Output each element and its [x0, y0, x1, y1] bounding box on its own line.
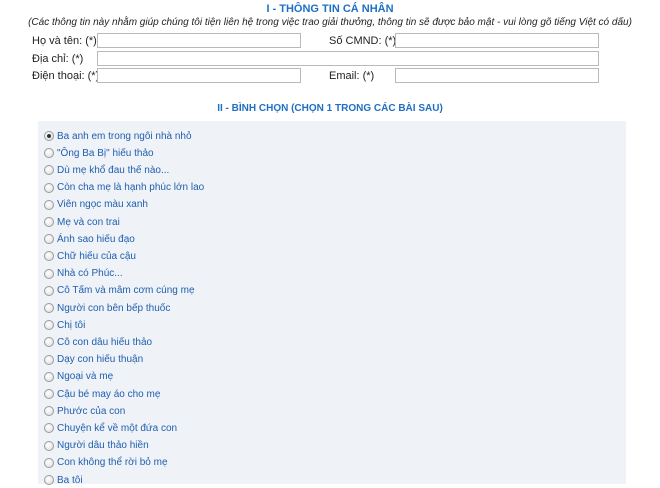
vote-option-label: Dạy con hiếu thuận: [57, 354, 144, 366]
vote-section-title: II - BÌNH CHỌN (CHỌN 1 TRONG CÁC BÀI SAU…: [217, 103, 443, 114]
vote-option[interactable]: Cô Tấm và mâm cơm cúng mẹ: [44, 283, 195, 299]
vote-option[interactable]: Còn cha mẹ là hạnh phúc lớn lao: [44, 180, 204, 196]
vote-option[interactable]: Cô con dâu hiếu thảo: [44, 334, 152, 350]
radio-button[interactable]: [44, 423, 54, 434]
vote-option-label: Cô con dâu hiếu thảo: [57, 336, 153, 348]
vote-option-label: Ngoại và mẹ: [57, 371, 114, 383]
vote-option[interactable]: Người con bên bếp thuốc: [44, 300, 170, 316]
vote-option-label: Chuyện kể về một đứa con: [57, 422, 178, 434]
radio-button[interactable]: [44, 268, 54, 279]
radio-button[interactable]: [44, 165, 54, 176]
personal-info-title: I - THÔNG TIN CÁ NHÂN: [266, 3, 394, 15]
vote-option-label: Nhà có Phúc...: [57, 268, 123, 280]
radio-button[interactable]: [44, 234, 54, 245]
vote-option-label: Còn cha mẹ là hạnh phúc lớn lao: [57, 182, 205, 194]
phone-label: Điện thoại: (*): [32, 70, 100, 82]
address-input[interactable]: [97, 51, 599, 66]
vote-option[interactable]: Phước của con: [44, 403, 125, 419]
vote-options-panel: Ba anh em trong ngôi nhà nhỏ "Ông Ba Bị" …: [38, 121, 626, 486]
vote-option-label: Phước của con: [57, 405, 126, 417]
vote-option[interactable]: Ánh sao hiếu đạo: [44, 231, 135, 247]
radio-button[interactable]: [44, 217, 54, 227]
vote-option[interactable]: Mẹ và con trai: [44, 214, 120, 230]
personal-info-note: (Các thông tin này nhằm giúp chúng tôi t…: [28, 17, 632, 28]
vote-option[interactable]: Dạy con hiếu thuận: [44, 352, 143, 368]
radio-button[interactable]: [44, 406, 54, 417]
radio-button[interactable]: [44, 199, 54, 210]
phone-input[interactable]: [97, 68, 301, 83]
vote-option[interactable]: Dù mẹ khổ đau thế nào...: [44, 162, 169, 178]
vote-option[interactable]: Nhà có Phúc...: [44, 266, 123, 282]
idcard-input[interactable]: [395, 33, 599, 48]
vote-option-label: Chữ hiếu của cậu: [57, 250, 136, 262]
vote-option-label: Người dâu thảo hiền: [57, 440, 149, 452]
vote-option-label: Ánh sao hiếu đạo: [57, 233, 135, 245]
vote-option[interactable]: Ba tôi: [44, 472, 83, 488]
vote-option[interactable]: Con không thể rời bỏ mẹ: [44, 455, 168, 471]
fullname-label: Họ và tên: (*): [32, 35, 97, 47]
vote-option-label: Ba anh em trong ngôi nhà nhỏ: [57, 130, 192, 142]
vote-option[interactable]: "Ông Ba Bị" hiếu thảo: [44, 145, 154, 161]
radio-button[interactable]: [44, 251, 54, 262]
address-label: Địa chỉ: (*): [32, 53, 84, 65]
vote-option-label: Cậu bé may áo cho mẹ: [57, 388, 161, 400]
radio-button[interactable]: [44, 354, 54, 365]
radio-button[interactable]: [44, 457, 54, 468]
radio-button[interactable]: [44, 320, 54, 331]
fullname-input[interactable]: [97, 33, 301, 48]
vote-option-label: Mẹ và con trai: [57, 216, 120, 228]
vote-option-label: Con không thể rời bỏ mẹ: [57, 457, 168, 469]
vote-option[interactable]: Ngoại và mẹ: [44, 369, 113, 385]
radio-button[interactable]: [44, 337, 54, 348]
vote-option-label: Viên ngọc màu xanh: [57, 199, 148, 211]
vote-option[interactable]: Cậu bé may áo cho mẹ: [44, 386, 160, 402]
radio-button[interactable]: [44, 131, 54, 141]
vote-option[interactable]: Chị tôi: [44, 317, 85, 333]
radio-button[interactable]: [44, 303, 54, 313]
radio-button[interactable]: [44, 389, 54, 399]
vote-option-label: Chị tôi: [57, 319, 86, 331]
vote-option[interactable]: Người dâu thảo hiền: [44, 438, 149, 454]
radio-button[interactable]: [44, 182, 54, 193]
vote-option-label: Dù mẹ khổ đau thế nào...: [57, 164, 170, 176]
radio-button[interactable]: [44, 371, 54, 382]
vote-option-label: Cô Tấm và mâm cơm cúng mẹ: [57, 285, 195, 297]
email-label: Email: (*): [329, 70, 375, 82]
email-input[interactable]: [395, 68, 599, 83]
vote-option[interactable]: Viên ngọc màu xanh: [44, 197, 148, 213]
vote-option-label: "Ông Ba Bị" hiếu thảo: [57, 147, 154, 159]
vote-option[interactable]: Chuyện kể về một đứa con: [44, 420, 177, 436]
vote-option-label: Người con bên bếp thuốc: [57, 302, 171, 314]
radio-button[interactable]: [44, 285, 54, 296]
vote-option[interactable]: Ba anh em trong ngôi nhà nhỏ: [44, 128, 192, 144]
radio-button[interactable]: [44, 440, 54, 451]
radio-button[interactable]: [44, 148, 54, 159]
vote-option[interactable]: Chữ hiếu của cậu: [44, 248, 136, 264]
idcard-label: Số CMND: (*): [329, 35, 397, 47]
